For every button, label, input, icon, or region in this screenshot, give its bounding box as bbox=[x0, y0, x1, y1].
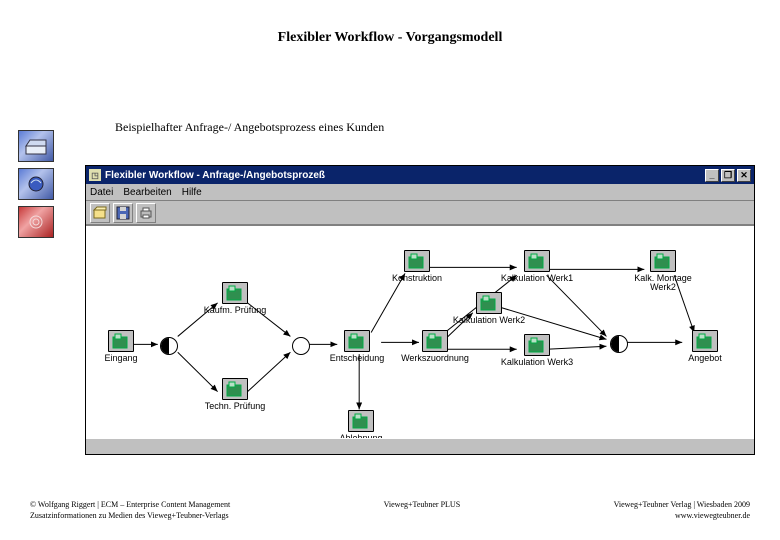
task-icon bbox=[422, 330, 448, 352]
node-entscheidung[interactable]: Entscheidung bbox=[326, 330, 388, 363]
gateway-split-1[interactable] bbox=[160, 337, 178, 355]
footer-subline: Zusatzinformationen zu Medien des Vieweg… bbox=[30, 511, 230, 520]
footer-url: www.viewegteubner.de bbox=[614, 511, 750, 520]
workflow-canvas[interactable]: Eingang Kaufm. Prüfung Techn. Prüfung En… bbox=[86, 225, 754, 438]
node-techn-pruefung[interactable]: Techn. Prüfung bbox=[204, 378, 266, 411]
node-kalk-montage[interactable]: Kalk. Montage Werk2 bbox=[632, 250, 694, 293]
menu-edit[interactable]: Bearbeiten bbox=[123, 187, 171, 198]
task-icon bbox=[222, 282, 248, 304]
page-subtitle: Beispielhafter Anfrage-/ Angebotsprozess… bbox=[115, 120, 384, 135]
node-kalk-werk3[interactable]: Kalkulation Werk3 bbox=[506, 334, 568, 367]
app-icon: ◳ bbox=[89, 169, 101, 181]
footer-brand: Vieweg+Teubner PLUS bbox=[384, 500, 461, 509]
footer-publisher: Vieweg+Teubner Verlag | Wiesbaden 2009 bbox=[614, 500, 750, 509]
node-ablehnung[interactable]: Ablehnung bbox=[330, 410, 392, 438]
maximize-button[interactable]: ❐ bbox=[721, 169, 735, 182]
window-title: Flexibler Workflow - Anfrage-/Angebotspr… bbox=[105, 170, 325, 181]
minimize-button[interactable]: _ bbox=[705, 169, 719, 182]
node-konstruktion[interactable]: Konstruktion bbox=[386, 250, 448, 283]
node-label: Kalkulation Werk2 bbox=[449, 316, 529, 325]
page-footer: © Wolfgang Riggert | ECM – Enterprise Co… bbox=[30, 500, 750, 520]
gateway-join-2[interactable] bbox=[610, 335, 628, 353]
node-eingang[interactable]: Eingang bbox=[90, 330, 152, 363]
node-label: Kalkulation Werk1 bbox=[497, 274, 577, 283]
node-label: Eingang bbox=[86, 354, 161, 363]
task-icon bbox=[692, 330, 718, 352]
task-icon bbox=[650, 250, 676, 272]
toolbar-save-icon[interactable] bbox=[113, 203, 133, 223]
menu-bar: Datei Bearbeiten Hilfe bbox=[86, 184, 754, 201]
node-label: Ablehnung bbox=[321, 434, 401, 438]
task-icon bbox=[344, 330, 370, 352]
node-label: Kaufm. Prüfung bbox=[195, 306, 275, 315]
menu-file[interactable]: Datei bbox=[90, 187, 113, 198]
node-kalk-werk1[interactable]: Kalkulation Werk1 bbox=[506, 250, 568, 283]
node-label: Konstruktion bbox=[377, 274, 457, 283]
node-label: Techn. Prüfung bbox=[195, 402, 275, 411]
status-bar bbox=[86, 438, 754, 454]
thumb-2[interactable] bbox=[18, 168, 54, 200]
gateway-join-1[interactable] bbox=[292, 337, 310, 355]
task-icon bbox=[404, 250, 430, 272]
node-label: Kalk. Montage Werk2 bbox=[623, 274, 703, 293]
toolbar bbox=[86, 201, 754, 225]
footer-copyright: © Wolfgang Riggert | ECM – Enterprise Co… bbox=[30, 500, 230, 509]
menu-help[interactable]: Hilfe bbox=[182, 187, 202, 198]
app-window: ◳ Flexibler Workflow - Anfrage-/Angebots… bbox=[85, 165, 755, 455]
node-kaufm-pruefung[interactable]: Kaufm. Prüfung bbox=[204, 282, 266, 315]
window-titlebar: ◳ Flexibler Workflow - Anfrage-/Angebots… bbox=[86, 166, 754, 184]
task-icon bbox=[524, 250, 550, 272]
node-label: Entscheidung bbox=[317, 354, 397, 363]
close-button[interactable]: ✕ bbox=[737, 169, 751, 182]
page-title: Flexibler Workflow - Vorgangsmodell bbox=[0, 30, 780, 46]
thumb-3[interactable] bbox=[18, 206, 54, 238]
task-icon bbox=[108, 330, 134, 352]
toolbar-open-icon[interactable] bbox=[90, 203, 110, 223]
node-kalk-werk2[interactable]: Kalkulation Werk2 bbox=[458, 292, 520, 325]
slide-thumbnails bbox=[18, 130, 54, 238]
thumb-1[interactable] bbox=[18, 130, 54, 162]
node-angebot[interactable]: Angebot bbox=[674, 330, 736, 363]
task-icon bbox=[348, 410, 374, 432]
node-label: Werkszuordnung bbox=[395, 354, 475, 363]
task-icon bbox=[524, 334, 550, 356]
task-icon bbox=[476, 292, 502, 314]
task-icon bbox=[222, 378, 248, 400]
node-werkszuordnung[interactable]: Werkszuordnung bbox=[404, 330, 466, 363]
node-label: Kalkulation Werk3 bbox=[497, 358, 577, 367]
node-label: Angebot bbox=[665, 354, 745, 363]
toolbar-print-icon[interactable] bbox=[136, 203, 156, 223]
